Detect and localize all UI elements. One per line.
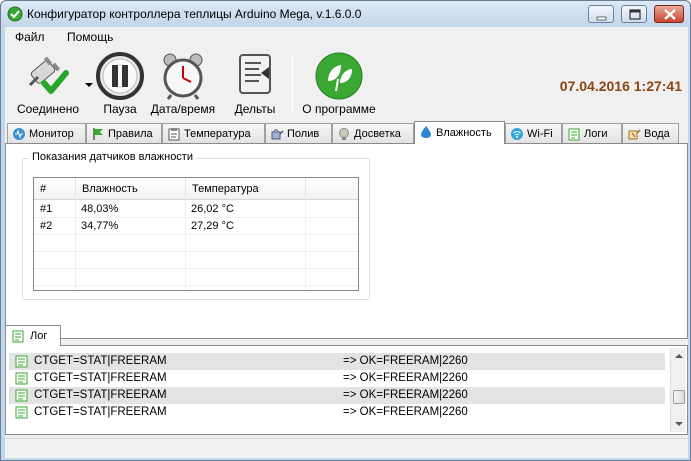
tab-rules[interactable]: Правила	[86, 123, 162, 143]
scroll-thumb[interactable]	[673, 390, 685, 404]
toolbar-separator	[292, 55, 293, 113]
watering-icon	[271, 129, 284, 140]
tab-watering[interactable]: Полив	[265, 123, 332, 143]
wifi-icon	[511, 128, 523, 140]
pause-button[interactable]: Пауза	[93, 47, 147, 119]
column-header-empty	[306, 178, 358, 200]
humidity-sensor-list[interactable]: # Влажность Температура #1 48,03% 26,02 …	[33, 177, 359, 291]
tab-humidity[interactable]: Влажность	[414, 121, 505, 144]
humidity-sensors-group: Показания датчиков влажности # Влажность…	[22, 151, 370, 300]
tab-temperature[interactable]: Температура	[162, 123, 265, 143]
deltas-button[interactable]: Дельты	[227, 47, 283, 119]
window-title: Конфигуратор контроллера теплицы Arduino…	[27, 7, 362, 21]
maximize-icon	[629, 9, 641, 20]
empty-row	[34, 252, 358, 269]
minimize-icon	[596, 16, 607, 21]
leaves-icon	[315, 52, 363, 100]
menu-bar: Файл Помощь	[5, 27, 688, 47]
temperature-cell: 26,02 °C	[191, 203, 234, 215]
client-area: Файл Помощь Соединено Пауза Дата/время Д…	[5, 27, 688, 458]
log-icon	[12, 330, 24, 343]
scroll-up-button[interactable]	[671, 348, 687, 364]
maximize-button[interactable]	[621, 5, 647, 23]
log-entry-icon	[15, 406, 28, 419]
log-entry-icon	[15, 355, 28, 368]
datetime-label: Дата/время	[150, 102, 216, 116]
connect-dropdown-icon[interactable]	[85, 83, 93, 87]
list-header: # Влажность Температура	[34, 178, 358, 200]
tab-monitor[interactable]: Монитор	[7, 123, 86, 143]
menu-file[interactable]: Файл	[15, 30, 45, 44]
connected-plug-icon	[28, 56, 69, 94]
main-tabs: Монитор Правила Температура Полив Досвет…	[5, 121, 688, 144]
close-icon	[664, 9, 676, 20]
log-tabs: Лог	[5, 325, 688, 346]
connected-label: Соединено	[16, 102, 80, 116]
bulb-icon	[339, 128, 349, 140]
flag-icon	[93, 128, 103, 140]
tab-water[interactable]: Вода	[622, 123, 679, 143]
log-scrollbar[interactable]	[670, 348, 686, 432]
humidity-cell: 34,77%	[81, 220, 119, 232]
chevron-up-icon	[675, 354, 683, 358]
datetime-button[interactable]: Дата/время	[149, 47, 217, 119]
log-entry-icon	[15, 372, 28, 385]
pause-label: Пауза	[103, 102, 137, 116]
close-button[interactable]	[654, 5, 684, 23]
about-button[interactable]: О программе	[297, 47, 381, 119]
deltas-document-icon	[239, 54, 271, 94]
deltas-label: Дельты	[234, 102, 276, 116]
table-row[interactable]: #1 48,03% 26,02 °C	[34, 201, 358, 218]
column-header-id[interactable]: #	[34, 178, 76, 200]
scroll-down-button[interactable]	[671, 416, 687, 432]
temperature-cell: 27,29 °C	[191, 220, 234, 232]
log-entry-icon	[15, 389, 28, 402]
log-entry[interactable]: CTGET=STAT|FREERAM => OK=FREERAM|2260	[9, 387, 665, 404]
group-title: Показания датчиков влажности	[29, 151, 196, 163]
log-icon	[568, 128, 580, 141]
tab-wifi[interactable]: Wi-Fi	[505, 123, 562, 143]
tab-logs[interactable]: Логи	[562, 123, 622, 143]
column-header-temperature[interactable]: Температура	[186, 178, 306, 200]
monitor-icon	[13, 128, 25, 140]
column-header-humidity[interactable]: Влажность	[76, 178, 186, 200]
controller-clock: 07.04.2016 1:27:41	[559, 78, 682, 94]
drop-icon	[421, 126, 431, 138]
pause-icon	[96, 52, 144, 100]
chevron-down-icon	[675, 422, 683, 426]
log-entry[interactable]: CTGET=STAT|FREERAM => OK=FREERAM|2260	[9, 353, 665, 370]
about-label: О программе	[302, 102, 376, 116]
minimize-button[interactable]	[588, 5, 614, 23]
tab-lighting[interactable]: Досветка	[332, 123, 414, 143]
connected-button[interactable]: Соединено	[11, 47, 85, 119]
log-entry[interactable]: CTGET=STAT|FREERAM => OK=FREERAM|2260	[9, 404, 665, 421]
log-panel: CTGET=STAT|FREERAM => OK=FREERAM|2260 CT…	[5, 345, 688, 435]
empty-row	[34, 269, 358, 286]
empty-row	[34, 235, 358, 252]
table-row[interactable]: #2 34,77% 27,29 °C	[34, 218, 358, 235]
menu-help[interactable]: Помощь	[67, 30, 113, 44]
app-window: Конфигуратор контроллера теплицы Arduino…	[0, 0, 691, 461]
status-bar	[5, 438, 688, 458]
humidity-panel: Показания датчиков влажности # Влажность…	[5, 143, 688, 339]
toolbar: Соединено Пауза Дата/время Дельты О прог…	[5, 47, 688, 119]
humidity-cell: 48,03%	[81, 203, 119, 215]
title-bar[interactable]: Конфигуратор контроллера теплицы Arduino…	[1, 1, 690, 27]
alarm-clock-icon	[163, 53, 203, 100]
sensor-id-cell: #2	[40, 220, 53, 232]
water-icon	[628, 129, 641, 140]
app-icon	[7, 6, 23, 22]
log-entry[interactable]: CTGET=STAT|FREERAM => OK=FREERAM|2260	[9, 370, 665, 387]
log-list[interactable]: CTGET=STAT|FREERAM => OK=FREERAM|2260 CT…	[9, 348, 669, 432]
sensor-id-cell: #1	[40, 203, 53, 215]
tab-log[interactable]: Лог	[5, 325, 61, 346]
clipboard-icon	[168, 128, 180, 141]
